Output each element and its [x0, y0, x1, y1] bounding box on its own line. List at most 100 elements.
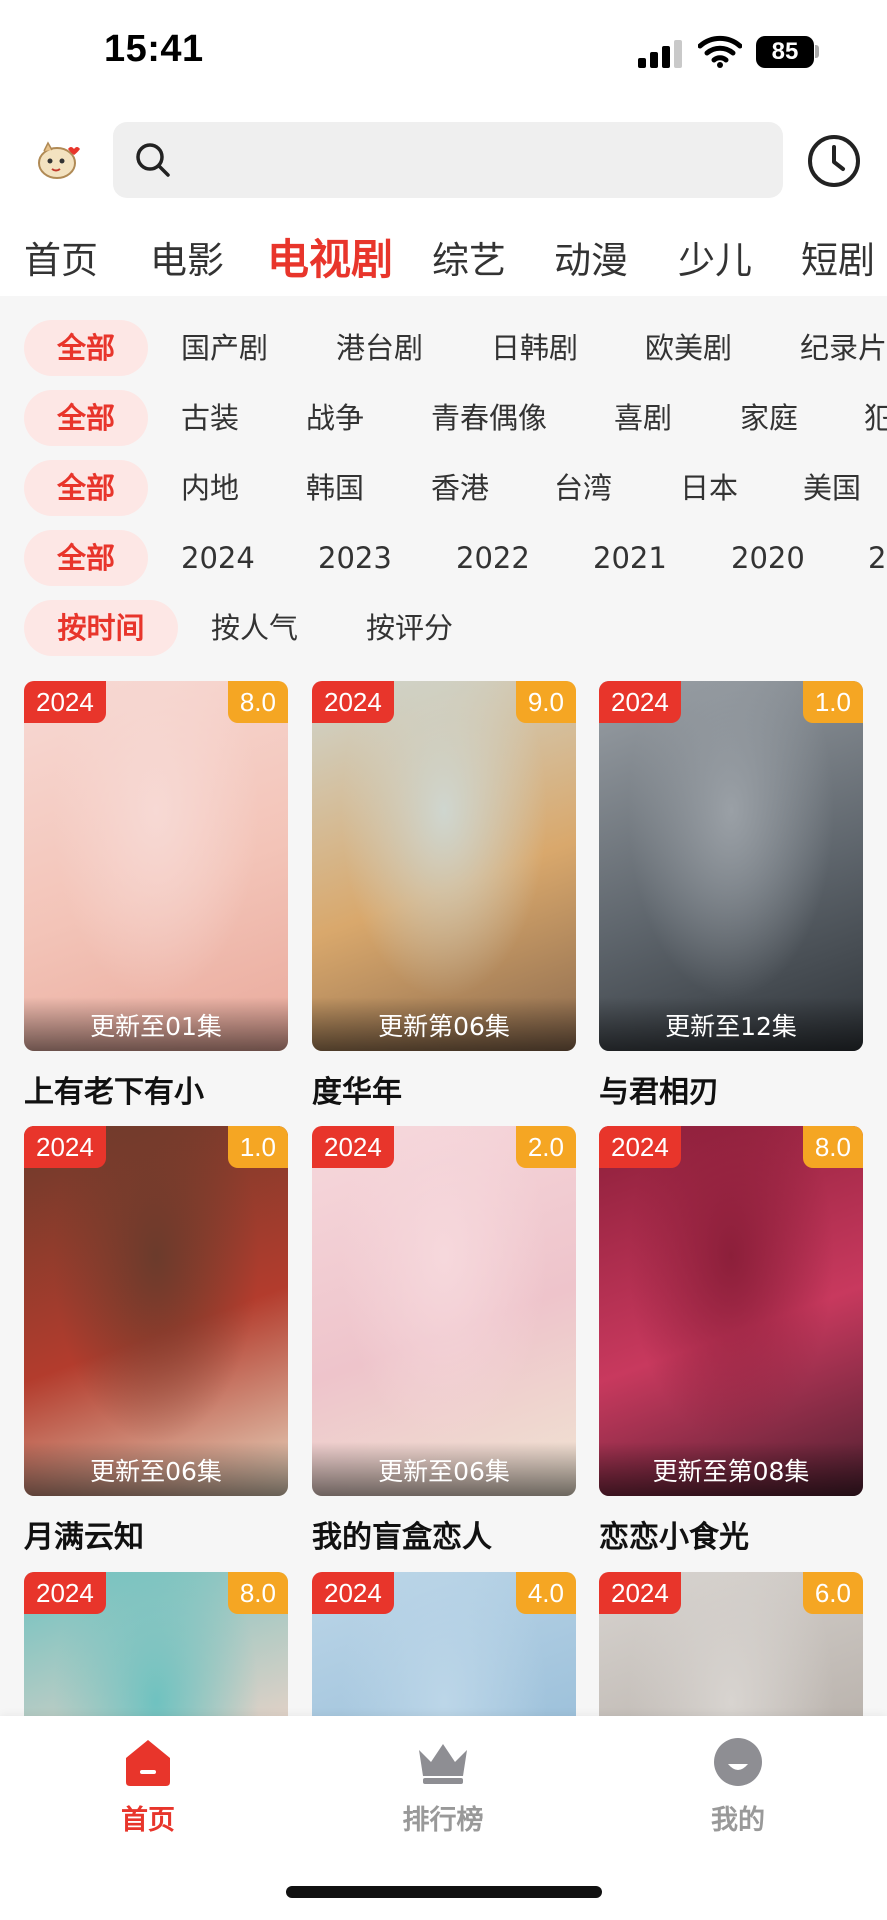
filter-chip[interactable]: 2020 — [731, 530, 805, 586]
tab-home[interactable]: 首页 — [24, 230, 98, 284]
filter-chip[interactable]: 全部 — [24, 460, 148, 516]
episode-update-label: 更新至第08集 — [599, 1442, 863, 1496]
tab-short-drama[interactable]: 短剧 — [801, 230, 875, 284]
score-badge: 8.0 — [227, 1572, 288, 1614]
filter-chip[interactable]: 2023 — [318, 530, 392, 586]
app-screen: 15:41 85 首页 电影 电视剧 综艺 动漫 少儿 短剧 全部 国产剧 港台… — [0, 0, 887, 1920]
year-badge: 2024 — [312, 1572, 394, 1614]
filter-chip[interactable]: 2 — [868, 530, 886, 586]
filter-chip[interactable]: 犯 — [864, 390, 887, 446]
filter-chip[interactable]: 古装 — [181, 390, 239, 446]
home-indicator[interactable] — [286, 1886, 602, 1898]
show-poster[interactable]: 2024 9.0 更新第06集 — [312, 681, 576, 1051]
history-clock-icon[interactable] — [806, 133, 862, 189]
episode-update-label: 更新至12集 — [599, 997, 863, 1051]
app-logo-icon[interactable] — [34, 135, 84, 185]
show-title[interactable]: 与君相刃 — [599, 1067, 863, 1111]
show-title[interactable]: 上有老下有小 — [24, 1067, 288, 1111]
poster-art — [312, 1126, 576, 1496]
filter-row-region: 全部 内地 韩国 香港 台湾 日本 美国 — [0, 460, 887, 516]
show-title[interactable]: 度华年 — [312, 1067, 576, 1111]
score-badge: 8.0 — [227, 681, 288, 723]
episode-update-label: 更新至01集 — [24, 997, 288, 1051]
filter-chip[interactable]: 台湾 — [554, 460, 612, 516]
show-card[interactable]: 2024 8.0 更新至第08集 恋恋小食光 — [599, 1126, 863, 1556]
filter-chip[interactable]: 2021 — [593, 530, 667, 586]
show-card[interactable]: 2024 1.0 更新至06集 月满云知 — [24, 1126, 288, 1556]
nav-item-home[interactable]: 首页 — [68, 1736, 228, 1837]
show-card[interactable]: 2024 2.0 更新至06集 我的盲盒恋人 — [312, 1126, 576, 1556]
filter-chip[interactable]: 纪录片 — [800, 320, 887, 376]
filter-chip[interactable]: 2022 — [456, 530, 530, 586]
nav-label-mine: 我的 — [711, 1805, 765, 1836]
filter-row-type: 全部 国产剧 港台剧 日韩剧 欧美剧 纪录片 — [0, 320, 887, 376]
tab-movies[interactable]: 电影 — [150, 230, 224, 284]
show-title[interactable]: 我的盲盒恋人 — [312, 1512, 576, 1556]
filter-chip[interactable]: 日韩剧 — [491, 320, 578, 376]
show-title[interactable]: 月满云知 — [24, 1512, 288, 1556]
poster-art — [24, 681, 288, 1051]
tab-variety[interactable]: 综艺 — [432, 230, 506, 284]
filter-chip[interactable]: 2024 — [181, 530, 255, 586]
sort-chip[interactable]: 按评分 — [366, 600, 453, 656]
battery-tip — [815, 45, 819, 58]
filter-chip[interactable]: 全部 — [24, 320, 148, 376]
year-badge: 2024 — [599, 1572, 681, 1614]
score-badge: 1.0 — [802, 681, 863, 723]
filter-chip[interactable]: 全部 — [24, 530, 148, 586]
filter-chip[interactable]: 香港 — [431, 460, 489, 516]
poster-art — [599, 681, 863, 1051]
year-badge: 2024 — [312, 1126, 394, 1168]
year-badge: 2024 — [312, 681, 394, 723]
show-card[interactable]: 2024 8.0 更新至01集 上有老下有小 — [24, 681, 288, 1111]
smiley-icon — [714, 1738, 762, 1786]
show-card[interactable]: 2024 1.0 更新至12集 与君相刃 — [599, 681, 863, 1111]
category-tabs: 首页 电影 电视剧 综艺 动漫 少儿 短剧 — [0, 224, 887, 296]
filter-chip[interactable]: 欧美剧 — [645, 320, 732, 376]
search-input[interactable] — [113, 122, 783, 198]
filter-chip[interactable]: 内地 — [181, 460, 239, 516]
filter-chip[interactable]: 美国 — [803, 460, 861, 516]
filter-chip[interactable]: 国产剧 — [181, 320, 268, 376]
score-badge: 6.0 — [802, 1572, 863, 1614]
year-badge: 2024 — [24, 681, 106, 723]
show-poster[interactable]: 2024 1.0 更新至12集 — [599, 681, 863, 1051]
score-badge: 2.0 — [515, 1126, 576, 1168]
nav-item-mine[interactable]: 我的 — [658, 1736, 818, 1837]
show-title[interactable]: 恋恋小食光 — [599, 1512, 863, 1556]
episode-update-label: 更新第06集 — [312, 997, 576, 1051]
show-card[interactable]: 2024 9.0 更新第06集 度华年 — [312, 681, 576, 1111]
battery-indicator: 85 — [756, 36, 814, 68]
score-badge: 1.0 — [227, 1126, 288, 1168]
show-poster[interactable]: 2024 8.0 更新至01集 — [24, 681, 288, 1051]
poster-art — [599, 1126, 863, 1496]
episode-update-label: 更新至06集 — [24, 1442, 288, 1496]
filter-chip[interactable]: 战争 — [306, 390, 364, 446]
year-badge: 2024 — [24, 1126, 106, 1168]
show-poster[interactable]: 2024 8.0 更新至第08集 — [599, 1126, 863, 1496]
filter-chip[interactable]: 韩国 — [306, 460, 364, 516]
nav-item-ranking[interactable]: 排行榜 — [363, 1736, 523, 1837]
score-badge: 8.0 — [802, 1126, 863, 1168]
show-poster[interactable]: 2024 1.0 更新至06集 — [24, 1126, 288, 1496]
tab-tv-series[interactable]: 电视剧 — [267, 226, 393, 287]
filter-chip[interactable]: 港台剧 — [336, 320, 423, 376]
score-badge: 4.0 — [515, 1572, 576, 1614]
wifi-icon — [698, 35, 742, 68]
filter-chip[interactable]: 日本 — [680, 460, 738, 516]
filter-chip[interactable]: 家庭 — [740, 390, 798, 446]
filter-row-genre: 全部 古装 战争 青春偶像 喜剧 家庭 犯 — [0, 390, 887, 446]
episode-update-label: 更新至06集 — [312, 1442, 576, 1496]
sort-chip[interactable]: 按时间 — [24, 600, 178, 656]
tab-kids[interactable]: 少儿 — [678, 230, 752, 284]
year-badge: 2024 — [24, 1572, 106, 1614]
show-poster[interactable]: 2024 2.0 更新至06集 — [312, 1126, 576, 1496]
filter-chip[interactable]: 青春偶像 — [431, 390, 547, 446]
filter-chip[interactable]: 全部 — [24, 390, 148, 446]
sort-chip[interactable]: 按人气 — [211, 600, 298, 656]
status-bar: 15:41 85 — [0, 0, 887, 104]
year-badge: 2024 — [599, 681, 681, 723]
filter-chip[interactable]: 喜剧 — [614, 390, 672, 446]
content-area: 全部 国产剧 港台剧 日韩剧 欧美剧 纪录片 全部 古装 战争 青春偶像 喜剧 … — [0, 296, 887, 1920]
tab-anime[interactable]: 动漫 — [554, 230, 628, 284]
